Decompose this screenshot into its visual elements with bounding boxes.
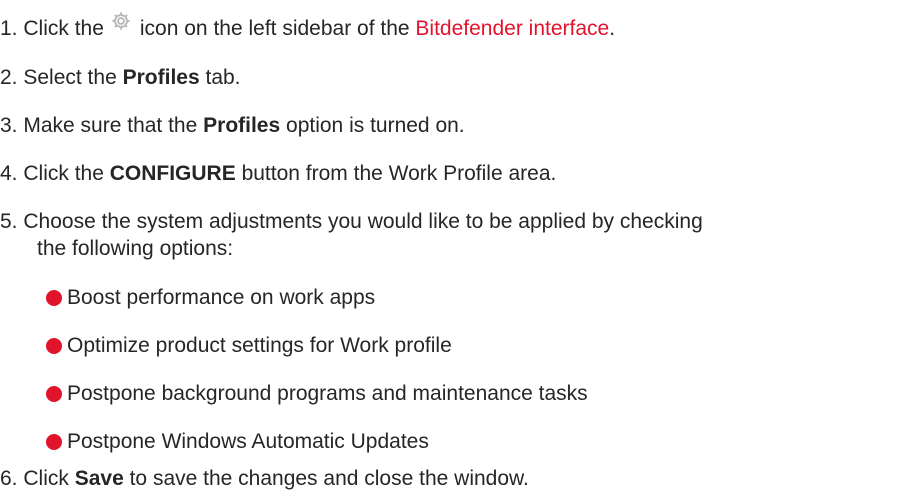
step-2: 2. Select the Profiles tab.: [0, 65, 241, 91]
step-bold-term: CONFIGURE: [109, 162, 236, 185]
step-text: button from the Work Profile area.: [241, 162, 557, 185]
bullet-dot-icon: [46, 434, 62, 450]
step-number: 2.: [0, 66, 18, 89]
step-4: 4. Click the CONFIGURE button from the W…: [0, 161, 556, 187]
step-number: 5.: [0, 210, 18, 233]
step-text: tab.: [205, 66, 241, 89]
step-text: Make sure that the: [23, 114, 198, 137]
step-text: Choose the system adjustments you would …: [23, 210, 703, 233]
step-text: option is turned on.: [286, 114, 465, 137]
step-3: 3. Make sure that the Profiles option is…: [0, 113, 465, 139]
option-label: Optimize product settings for Work profi…: [67, 334, 452, 357]
step-number: 1.: [0, 17, 18, 40]
step-text: Click the: [23, 162, 104, 185]
step-text: to save the changes and close the window…: [129, 467, 529, 490]
bullet-dot-icon: [46, 338, 62, 354]
step-text: Select the: [23, 66, 117, 89]
bitdefender-interface-link[interactable]: Bitdefender interface: [415, 17, 609, 40]
option-label: Postpone Windows Automatic Updates: [67, 430, 429, 453]
step-text: icon on the left sidebar of the: [139, 17, 410, 40]
step-text: Click: [23, 467, 69, 490]
option-item: Postpone Windows Automatic Updates: [46, 429, 429, 455]
step-bold-term: Save: [74, 467, 124, 490]
bullet-dot-icon: [46, 386, 62, 402]
step-number: 6.: [0, 467, 18, 490]
step-5: 5. Choose the system adjustments you wou…: [0, 209, 703, 235]
step-text: Click the: [23, 17, 104, 40]
option-label: Boost performance on work apps: [67, 286, 376, 309]
instructions-document: 1. Click the icon on the left sidebar of …: [0, 0, 910, 490]
option-item: Postpone background programs and mainten…: [46, 381, 588, 407]
step-number: 3.: [0, 114, 18, 137]
step-5-continuation: the following options:: [37, 236, 233, 262]
step-text: the following options:: [37, 237, 234, 260]
bullet-dot-icon: [46, 290, 62, 306]
step-number: 4.: [0, 162, 18, 185]
step-bold-term: Profiles: [203, 114, 281, 137]
step-bold-term: Profiles: [122, 66, 200, 89]
option-item: Optimize product settings for Work profi…: [46, 333, 452, 359]
option-label: Postpone background programs and mainten…: [67, 382, 588, 405]
step-1: 1. Click the icon on the left sidebar of …: [0, 12, 616, 42]
step-6: 6. Click Save to save the changes and cl…: [0, 466, 529, 492]
gear-icon: [110, 10, 132, 32]
option-item: Boost performance on work apps: [46, 285, 375, 311]
step-punctuation: .: [609, 17, 616, 40]
